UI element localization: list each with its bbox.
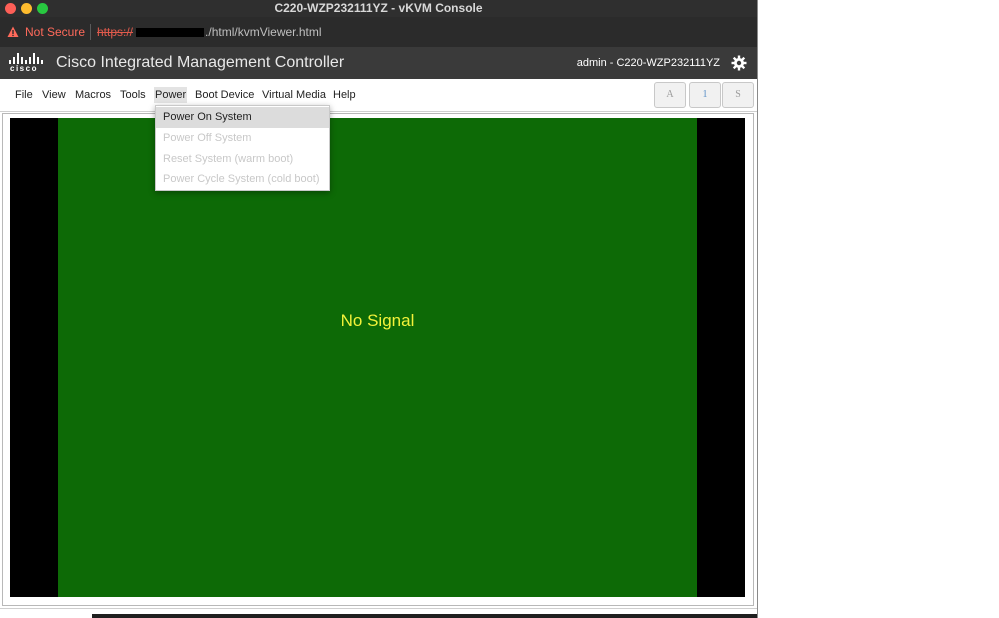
window-title: C220-WZP232111YZ - vKVM Console (274, 1, 483, 15)
caps-lock-indicator[interactable]: A (654, 82, 686, 108)
reset-system-item: Reset System (warm boot) (163, 153, 294, 165)
address-bar[interactable]: Not Secure https:// ./html/kvmViewer.html (0, 17, 757, 47)
kvm-window: C220-WZP232111YZ - vKVM Console Not Secu… (0, 0, 758, 618)
num-lock-indicator[interactable]: 1 (689, 82, 721, 108)
url-text[interactable]: https:// ./html/kvmViewer.html (97, 25, 322, 39)
security-status-label[interactable]: Not Secure (25, 25, 85, 39)
gear-icon[interactable] (731, 55, 747, 71)
redacted-host (136, 28, 205, 38)
cisco-logo-bars (9, 52, 43, 64)
menu-macros[interactable]: Macros (75, 89, 111, 101)
menu-boot-device[interactable]: Boot Device (195, 89, 254, 101)
power-on-system-item[interactable]: Power On System (156, 107, 329, 128)
app-title: Cisco Integrated Management Controller (56, 54, 345, 71)
kvm-video-area[interactable]: No Signal (58, 118, 697, 597)
power-cycle-system-item: Power Cycle System (cold boot) (163, 173, 320, 185)
warning-triangle-icon (7, 26, 19, 37)
power-dropdown-menu: Power On System Power Off System Reset S… (155, 105, 330, 191)
url-path: ./html/kvmViewer.html (205, 25, 322, 39)
no-signal-message: No Signal (340, 311, 415, 330)
close-window-button[interactable] (5, 3, 16, 14)
address-separator (90, 24, 91, 40)
menu-tools[interactable]: Tools (120, 89, 146, 101)
window-status-strip (92, 614, 757, 618)
user-host-label: admin - C220-WZP232111YZ (576, 57, 720, 69)
kvm-menubar: File View Macros Tools Power Boot Device… (0, 79, 757, 112)
zoom-window-button[interactable] (37, 3, 48, 14)
menu-view[interactable]: View (42, 89, 66, 101)
url-scheme: https:// (97, 25, 134, 39)
minimize-window-button[interactable] (21, 3, 32, 14)
cisco-logo-text: cisco (10, 64, 38, 73)
cimc-header: cisco Cisco Integrated Management Contro… (0, 47, 757, 79)
menu-help[interactable]: Help (333, 89, 356, 101)
menu-power[interactable]: Power (154, 87, 188, 103)
kvm-screen[interactable]: No Signal (10, 118, 745, 597)
cisco-logo: cisco (9, 52, 43, 74)
power-off-system-item: Power Off System (163, 132, 252, 144)
scroll-lock-indicator[interactable]: S (722, 82, 754, 108)
menu-file[interactable]: File (15, 89, 33, 101)
menu-virtual-media[interactable]: Virtual Media (262, 89, 326, 101)
window-titlebar[interactable]: C220-WZP232111YZ - vKVM Console (0, 0, 757, 17)
